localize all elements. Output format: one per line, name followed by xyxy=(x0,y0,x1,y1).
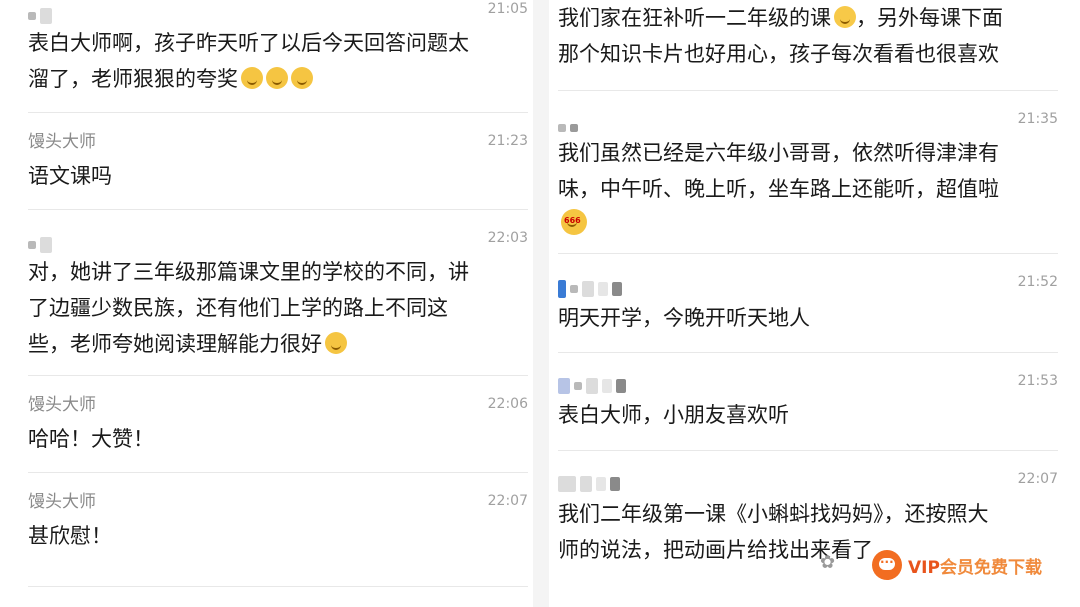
comment-line: 那个知识卡片也好用心，孩子每次看看也很喜欢 xyxy=(558,42,999,66)
watermark-rest: 会员免费下载 xyxy=(939,557,1042,578)
emoji-label: 666 xyxy=(564,216,581,225)
666-emoji-icon: 666 xyxy=(561,209,587,235)
comment-avatar-blurred xyxy=(558,474,624,494)
comment-avatar-blurred xyxy=(558,376,630,396)
left-comment-column: 21:05 表白大师啊，孩子昨天听了以后今天回答问题太 溜了，老师狠狠的夸奖 馒… xyxy=(0,0,540,607)
comment-line: 我们二年级第一课《小蝌蚪找妈妈》，还按照大 xyxy=(558,502,989,526)
comment-avatar-blurred xyxy=(558,279,626,299)
comment-divider xyxy=(558,352,1058,353)
comment-time: 21:35 xyxy=(1017,111,1058,127)
blurred-nick-mark xyxy=(574,382,582,390)
blurred-nick-mark xyxy=(40,237,52,253)
watermark-vip: VIP xyxy=(908,557,940,578)
blurred-nick-mark xyxy=(612,282,622,296)
comment-time: 22:06 xyxy=(487,396,528,412)
wechat-icon: ✿ xyxy=(820,552,836,573)
chat-bubble-icon xyxy=(872,550,902,580)
comment-time: 22:07 xyxy=(487,493,528,509)
laughing-emoji-icon xyxy=(834,6,856,28)
comment-divider xyxy=(558,90,1058,91)
blurred-nick-mark xyxy=(40,8,52,24)
blurred-nick-mark xyxy=(570,285,578,293)
comment-text: 哈哈！大赞！ xyxy=(28,427,154,451)
comment-text: 表白大师啊，孩子昨天听了以后今天回答问题太 溜了，老师狠狠的夸奖 xyxy=(28,25,469,97)
blurred-nick-mark xyxy=(28,12,36,20)
comment-divider xyxy=(558,253,1058,254)
comment-avatar-blurred xyxy=(28,6,56,26)
vip-download-watermark: VIP会员免费下载 xyxy=(868,546,1062,584)
blurred-nick-mark xyxy=(602,379,612,393)
comment-line: ，另外每课下面 xyxy=(856,6,1003,30)
thinking-emoji-icon xyxy=(241,67,263,89)
blurred-nick-mark xyxy=(596,477,606,491)
comment-divider xyxy=(28,375,528,376)
comment-line: 对，她讲了三年级那篇课文里的学校的不同，讲 xyxy=(28,260,469,284)
comment-divider xyxy=(28,472,528,473)
blurred-nick-mark xyxy=(616,379,626,393)
thinking-emoji-icon xyxy=(266,67,288,89)
blurred-nick-mark xyxy=(28,241,36,249)
blurred-nick-mark xyxy=(610,477,620,491)
comment-text: 明天开学，今晚开听天地人 xyxy=(558,306,810,330)
comment-time: 22:03 xyxy=(487,230,528,246)
comment-text: 语文课吗 xyxy=(28,164,112,188)
comment-time: 22:07 xyxy=(1017,471,1058,487)
blurred-nick-mark xyxy=(598,282,608,296)
blurred-nick-mark xyxy=(558,476,576,492)
thinking-emoji-icon xyxy=(325,332,347,354)
comment-text: 我们家在狂补听一二年级的课 ，另外每课下面 那个知识卡片也好用心，孩子每次看看也很… xyxy=(558,0,1003,72)
comment-line: 我们家在狂补听一二年级的课 xyxy=(558,6,831,30)
comment-text: 对，她讲了三年级那篇课文里的学校的不同，讲 了边疆少数民族，还有他们上学的路上不… xyxy=(28,254,469,362)
blurred-nick-mark xyxy=(558,124,566,132)
comment-time: 21:23 xyxy=(487,133,528,149)
comment-divider xyxy=(28,112,528,113)
comment-divider xyxy=(28,209,528,210)
comment-text: 我们虽然已经是六年级小哥哥，依然听得津津有 味，中午听、晚上听，坐车路上还能听，… xyxy=(558,135,999,243)
comment-time: 21:05 xyxy=(487,1,528,17)
comment-line: 溜了，老师狠狠的夸奖 xyxy=(28,67,238,91)
comment-line: 味，中午听、晚上听，坐车路上还能听，超值啦 xyxy=(558,177,999,201)
comment-line: 些，老师夸她阅读理解能力很好 xyxy=(28,332,322,356)
blurred-nick-mark xyxy=(582,281,594,297)
comment-time: 21:52 xyxy=(1017,274,1058,290)
comment-line: 了边疆少数民族，还有他们上学的路上不同这 xyxy=(28,296,448,320)
comment-text: 表白大师，小朋友喜欢听 xyxy=(558,403,789,427)
blurred-nick-mark xyxy=(570,124,578,132)
comment-nickname: 馒头大师 xyxy=(28,132,96,152)
comment-divider xyxy=(28,586,528,587)
right-comment-column: 我们家在狂补听一二年级的课 ，另外每课下面 那个知识卡片也好用心，孩子每次看看也很… xyxy=(540,0,1080,607)
blurred-nick-mark xyxy=(586,378,598,394)
watermark-text: VIP会员免费下载 xyxy=(908,553,1042,578)
comment-nickname: 馒头大师 xyxy=(28,492,96,512)
blurred-nick-mark xyxy=(558,280,566,298)
comment-time: 21:53 xyxy=(1017,373,1058,389)
comment-line: 我们虽然已经是六年级小哥哥，依然听得津津有 xyxy=(558,141,999,165)
comment-nickname: 馒头大师 xyxy=(28,395,96,415)
comment-divider xyxy=(558,450,1058,451)
blurred-nick-mark xyxy=(558,378,570,394)
thinking-emoji-icon xyxy=(291,67,313,89)
comment-text: 甚欣慰！ xyxy=(28,524,112,548)
comment-avatar-blurred xyxy=(28,235,56,255)
blurred-nick-mark xyxy=(580,476,592,492)
comment-line: 表白大师啊，孩子昨天听了以后今天回答问题太 xyxy=(28,31,469,55)
